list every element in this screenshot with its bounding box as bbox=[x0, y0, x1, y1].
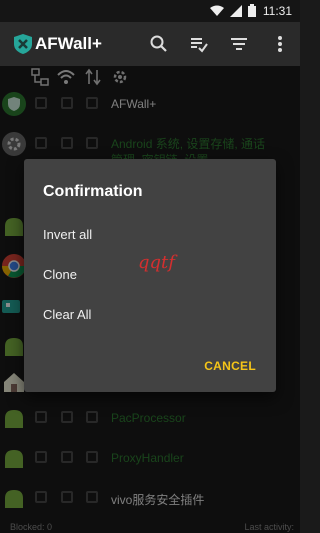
clone-option[interactable]: Clone bbox=[43, 267, 77, 282]
overflow-menu-icon[interactable] bbox=[270, 34, 290, 54]
cancel-button[interactable]: CANCEL bbox=[204, 359, 256, 373]
system-icons bbox=[210, 4, 256, 17]
afwall-logo-icon bbox=[14, 34, 32, 54]
battery-icon bbox=[248, 4, 256, 17]
app-title: AFWall+ bbox=[35, 34, 102, 53]
sort-icon[interactable] bbox=[229, 34, 249, 54]
watermark: qqtf bbox=[138, 252, 175, 273]
clock: 11:31 bbox=[262, 4, 292, 18]
select-all-icon[interactable] bbox=[189, 34, 209, 54]
confirmation-dialog: Confirmation Invert all Clone Clear All … bbox=[24, 159, 276, 392]
dialog-title: Confirmation bbox=[43, 183, 143, 200]
clear-all-option[interactable]: Clear All bbox=[43, 307, 91, 322]
invert-all-option[interactable]: Invert all bbox=[43, 227, 92, 242]
signal-icon bbox=[230, 4, 242, 17]
status-bar: 11:31 bbox=[0, 0, 300, 22]
search-icon[interactable] bbox=[149, 34, 169, 54]
wifi-icon bbox=[210, 5, 224, 16]
app-bar: AFWall+ bbox=[0, 22, 300, 66]
